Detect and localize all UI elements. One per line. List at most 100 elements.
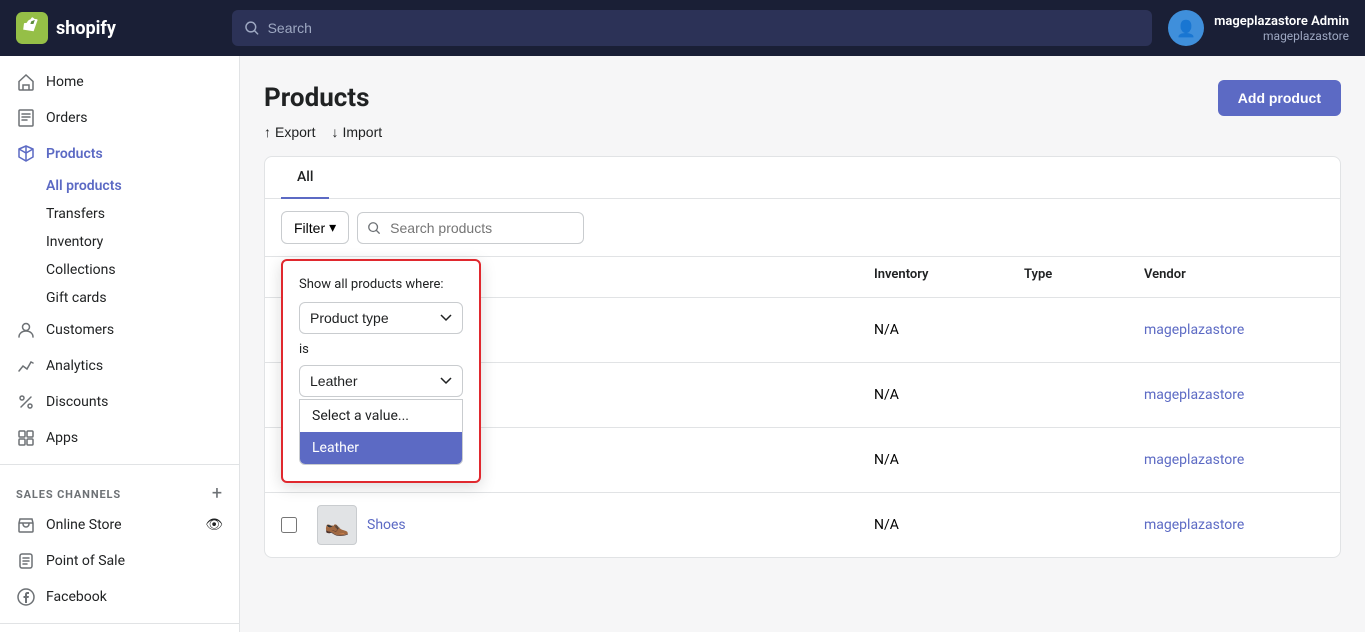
product-inventory: N/A [874, 322, 1024, 338]
sidebar-item-apps[interactable]: Apps [0, 420, 239, 456]
layout: Home Orders Products All products Transf… [0, 56, 1365, 632]
sidebar-item-apps-label: Apps [46, 430, 78, 446]
filter-popup: Show all products where: Product type is… [281, 259, 481, 483]
import-icon: ↓ [331, 124, 338, 140]
filter-value-select[interactable]: Leather [299, 365, 463, 397]
facebook-icon [16, 587, 36, 607]
sidebar-products-submenu: All products Transfers Inventory Collect… [0, 172, 239, 312]
sidebar-item-analytics[interactable]: Analytics [0, 348, 239, 384]
main-content: Products Add product ↑ Export ↓ Import A… [240, 56, 1365, 632]
eye-icon: 👁 [205, 517, 223, 533]
product-inventory: N/A [874, 387, 1024, 403]
sales-channels-label: SALES CHANNELS [16, 488, 121, 501]
sidebar-item-discounts[interactable]: Discounts [0, 384, 239, 420]
add-product-button[interactable]: Add product [1218, 80, 1341, 116]
sidebar-item-customers-label: Customers [46, 322, 114, 338]
global-search-input[interactable] [268, 20, 1141, 36]
orders-icon [16, 108, 36, 128]
sidebar-item-facebook-label: Facebook [46, 589, 107, 605]
add-sales-channel-btn[interactable]: + [212, 485, 223, 503]
sidebar-sub-item-transfers[interactable]: Transfers [46, 200, 239, 228]
customers-icon [16, 320, 36, 340]
store-icon [16, 515, 36, 535]
sidebar-item-point-of-sale[interactable]: Point of Sale [0, 543, 239, 579]
filter-type-select[interactable]: Product type [299, 302, 463, 334]
page-actions: ↑ Export ↓ Import [264, 124, 1341, 140]
sidebar-item-orders[interactable]: Orders [0, 100, 239, 136]
user-area: 👤 mageplazastore Admin mageplazastore [1168, 10, 1349, 46]
tabs: All [265, 157, 1340, 199]
sidebar-item-analytics-label: Analytics [46, 358, 103, 374]
search-products-input[interactable] [357, 212, 584, 244]
row-checkbox-col [281, 517, 317, 533]
tab-all[interactable]: All [281, 157, 329, 199]
table-header-vendor: Vendor [1144, 267, 1324, 287]
discounts-icon [16, 392, 36, 412]
filter-chevron-icon: ▾ [329, 219, 336, 236]
search-icon [244, 20, 260, 36]
sidebar-sub-item-gift-cards[interactable]: Gift cards [46, 284, 239, 312]
sidebar-item-point-of-sale-label: Point of Sale [46, 553, 125, 569]
product-cell: 👞 Shoes [317, 505, 874, 545]
filter-button[interactable]: Filter ▾ [281, 211, 349, 244]
sidebar-item-products-label: Products [46, 146, 103, 162]
sidebar-item-home-label: Home [46, 74, 84, 90]
logo-area: shopify [16, 12, 216, 44]
page-title: Products [264, 83, 369, 113]
topnav: shopify 👤 mageplazastore Admin mageplaza… [0, 0, 1365, 56]
product-thumb: 👞 [317, 505, 357, 545]
product-vendor[interactable]: mageplazastore [1144, 517, 1324, 533]
sales-channels-section: SALES CHANNELS + [0, 473, 239, 507]
row-checkbox[interactable] [281, 517, 297, 533]
apps-icon [16, 428, 36, 448]
sidebar: Home Orders Products All products Transf… [0, 56, 240, 632]
sidebar-item-customers[interactable]: Customers [0, 312, 239, 348]
page-header: Products Add product [264, 80, 1341, 116]
sidebar-divider [0, 464, 239, 465]
shopify-logo-icon [16, 12, 48, 44]
sidebar-item-facebook[interactable]: Facebook [0, 579, 239, 615]
products-icon [16, 144, 36, 164]
export-button[interactable]: ↑ Export [264, 124, 315, 140]
sidebar-sub-item-inventory[interactable]: Inventory [46, 228, 239, 256]
analytics-icon [16, 356, 36, 376]
product-inventory: N/A [874, 452, 1024, 468]
filter-bar: Filter ▾ Show all products where: Produc… [265, 199, 1340, 257]
sidebar-item-products[interactable]: Products [0, 136, 239, 172]
filter-is-label: is [299, 342, 463, 357]
home-icon [16, 72, 36, 92]
product-inventory: N/A [874, 517, 1024, 533]
filter-value-dropdown: Select a value... Leather [299, 399, 463, 465]
table-header-inventory: Inventory [874, 267, 1024, 287]
filter-label: Filter [294, 220, 325, 236]
product-vendor[interactable]: mageplazastore [1144, 322, 1324, 338]
avatar: 👤 [1168, 10, 1204, 46]
search-products-wrapper [357, 212, 1324, 244]
search-bar[interactable] [232, 10, 1152, 46]
products-card: All Filter ▾ Show all products whe [264, 156, 1341, 558]
pos-icon [16, 551, 36, 571]
sidebar-item-online-store-label: Online Store [46, 517, 122, 533]
product-vendor[interactable]: mageplazastore [1144, 452, 1324, 468]
user-store: mageplazastore [1214, 29, 1349, 43]
filter-dropdown-item-leather[interactable]: Leather [300, 432, 462, 464]
table-header-type: Type [1024, 267, 1144, 287]
logo-text: shopify [56, 18, 116, 39]
filter-popup-label: Show all products where: [299, 277, 463, 292]
table-row: 👞 Shoes N/A mageplazastore [265, 493, 1340, 557]
sidebar-sub-item-all-products[interactable]: All products [46, 172, 239, 200]
sidebar-item-home[interactable]: Home [0, 64, 239, 100]
search-products-icon [367, 221, 381, 235]
sidebar-item-online-store[interactable]: Online Store 👁 [0, 507, 239, 543]
sidebar-divider-2 [0, 623, 239, 624]
product-name[interactable]: Shoes [367, 517, 406, 533]
product-vendor[interactable]: mageplazastore [1144, 387, 1324, 403]
sidebar-sub-item-collections[interactable]: Collections [46, 256, 239, 284]
user-info: mageplazastore Admin mageplazastore [1214, 14, 1349, 43]
sidebar-item-discounts-label: Discounts [46, 394, 108, 410]
export-icon: ↑ [264, 124, 271, 140]
filter-dropdown-item-select-value[interactable]: Select a value... [300, 400, 462, 432]
import-button[interactable]: ↓ Import [331, 124, 382, 140]
user-name: mageplazastore Admin [1214, 14, 1349, 29]
sidebar-item-orders-label: Orders [46, 110, 88, 126]
